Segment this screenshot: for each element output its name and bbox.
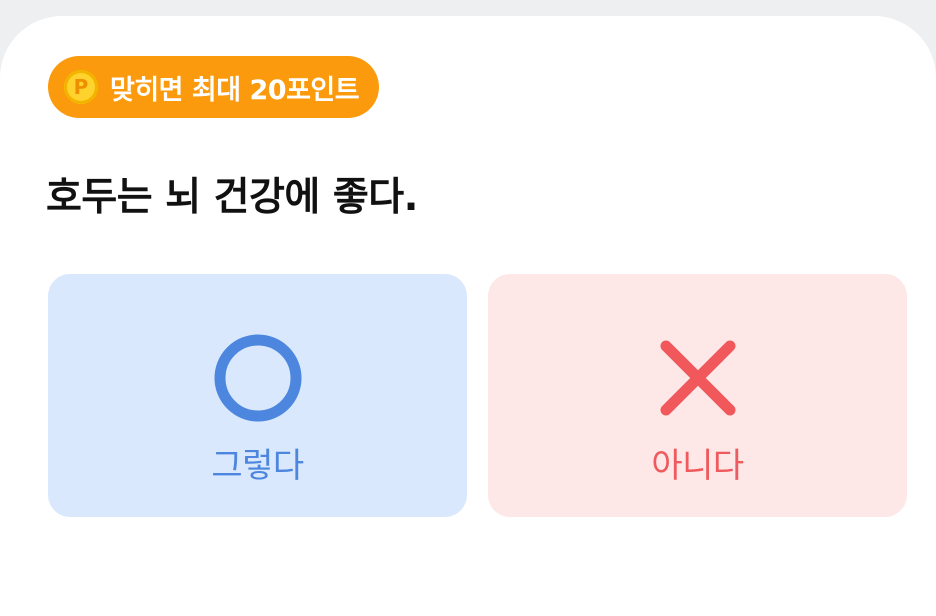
x-mark-icon (660, 340, 735, 416)
point-coin-icon: P (64, 70, 98, 104)
answer-yes-label: 그렇다 (211, 446, 304, 486)
answer-no-label: 아니다 (651, 446, 744, 486)
answer-yes-button[interactable]: 그렇다 (48, 274, 467, 517)
circle-o-icon (214, 334, 301, 422)
quiz-question: 호두는 뇌 건강에 좋다. (46, 175, 418, 220)
points-badge-text: 맞히면 최대 20포인트 (110, 74, 360, 106)
answer-no-button[interactable]: 아니다 (488, 274, 907, 517)
points-badge: P 맞히면 최대 20포인트 (48, 56, 380, 118)
